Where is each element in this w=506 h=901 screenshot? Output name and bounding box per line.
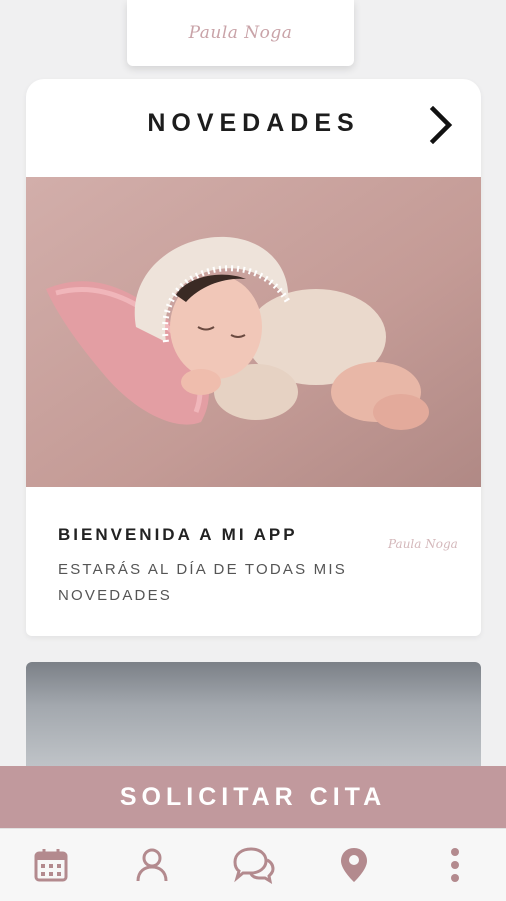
chevron-right-icon	[429, 106, 453, 144]
next-post-card[interactable]	[26, 662, 481, 772]
user-icon	[136, 848, 168, 882]
nav-more[interactable]	[425, 835, 485, 895]
location-pin-icon	[341, 848, 368, 882]
news-card: NOVEDADES BIENVENIDA A MI APP ESTARÁS AL…	[26, 79, 481, 636]
chat-bubbles-icon	[233, 847, 275, 884]
post-watermark-logo: Paula Noga	[388, 537, 458, 551]
more-vertical-icon	[451, 848, 460, 882]
request-appointment-label: SOLICITAR CITA	[119, 782, 387, 811]
nav-calendar[interactable]	[21, 835, 81, 895]
baby-photo-illustration	[26, 177, 481, 487]
request-appointment-button[interactable]: SOLICITAR CITA	[0, 766, 506, 828]
section-title: NOVEDADES	[147, 109, 360, 137]
nav-chat[interactable]	[223, 835, 283, 895]
brand-logo: Paula Noga	[188, 23, 293, 43]
nav-location[interactable]	[324, 835, 384, 895]
post-image[interactable]	[26, 177, 481, 487]
calendar-icon	[34, 849, 68, 882]
next-button[interactable]	[424, 105, 458, 145]
nav-profile[interactable]	[122, 835, 182, 895]
post-title: BIENVENIDA A MI APP	[58, 525, 298, 544]
post-description: ESTARÁS AL DÍA DE TODAS MIS NOVEDADES	[58, 561, 347, 604]
bottom-nav	[0, 828, 506, 901]
header-logo-card: Paula Noga	[127, 0, 354, 66]
